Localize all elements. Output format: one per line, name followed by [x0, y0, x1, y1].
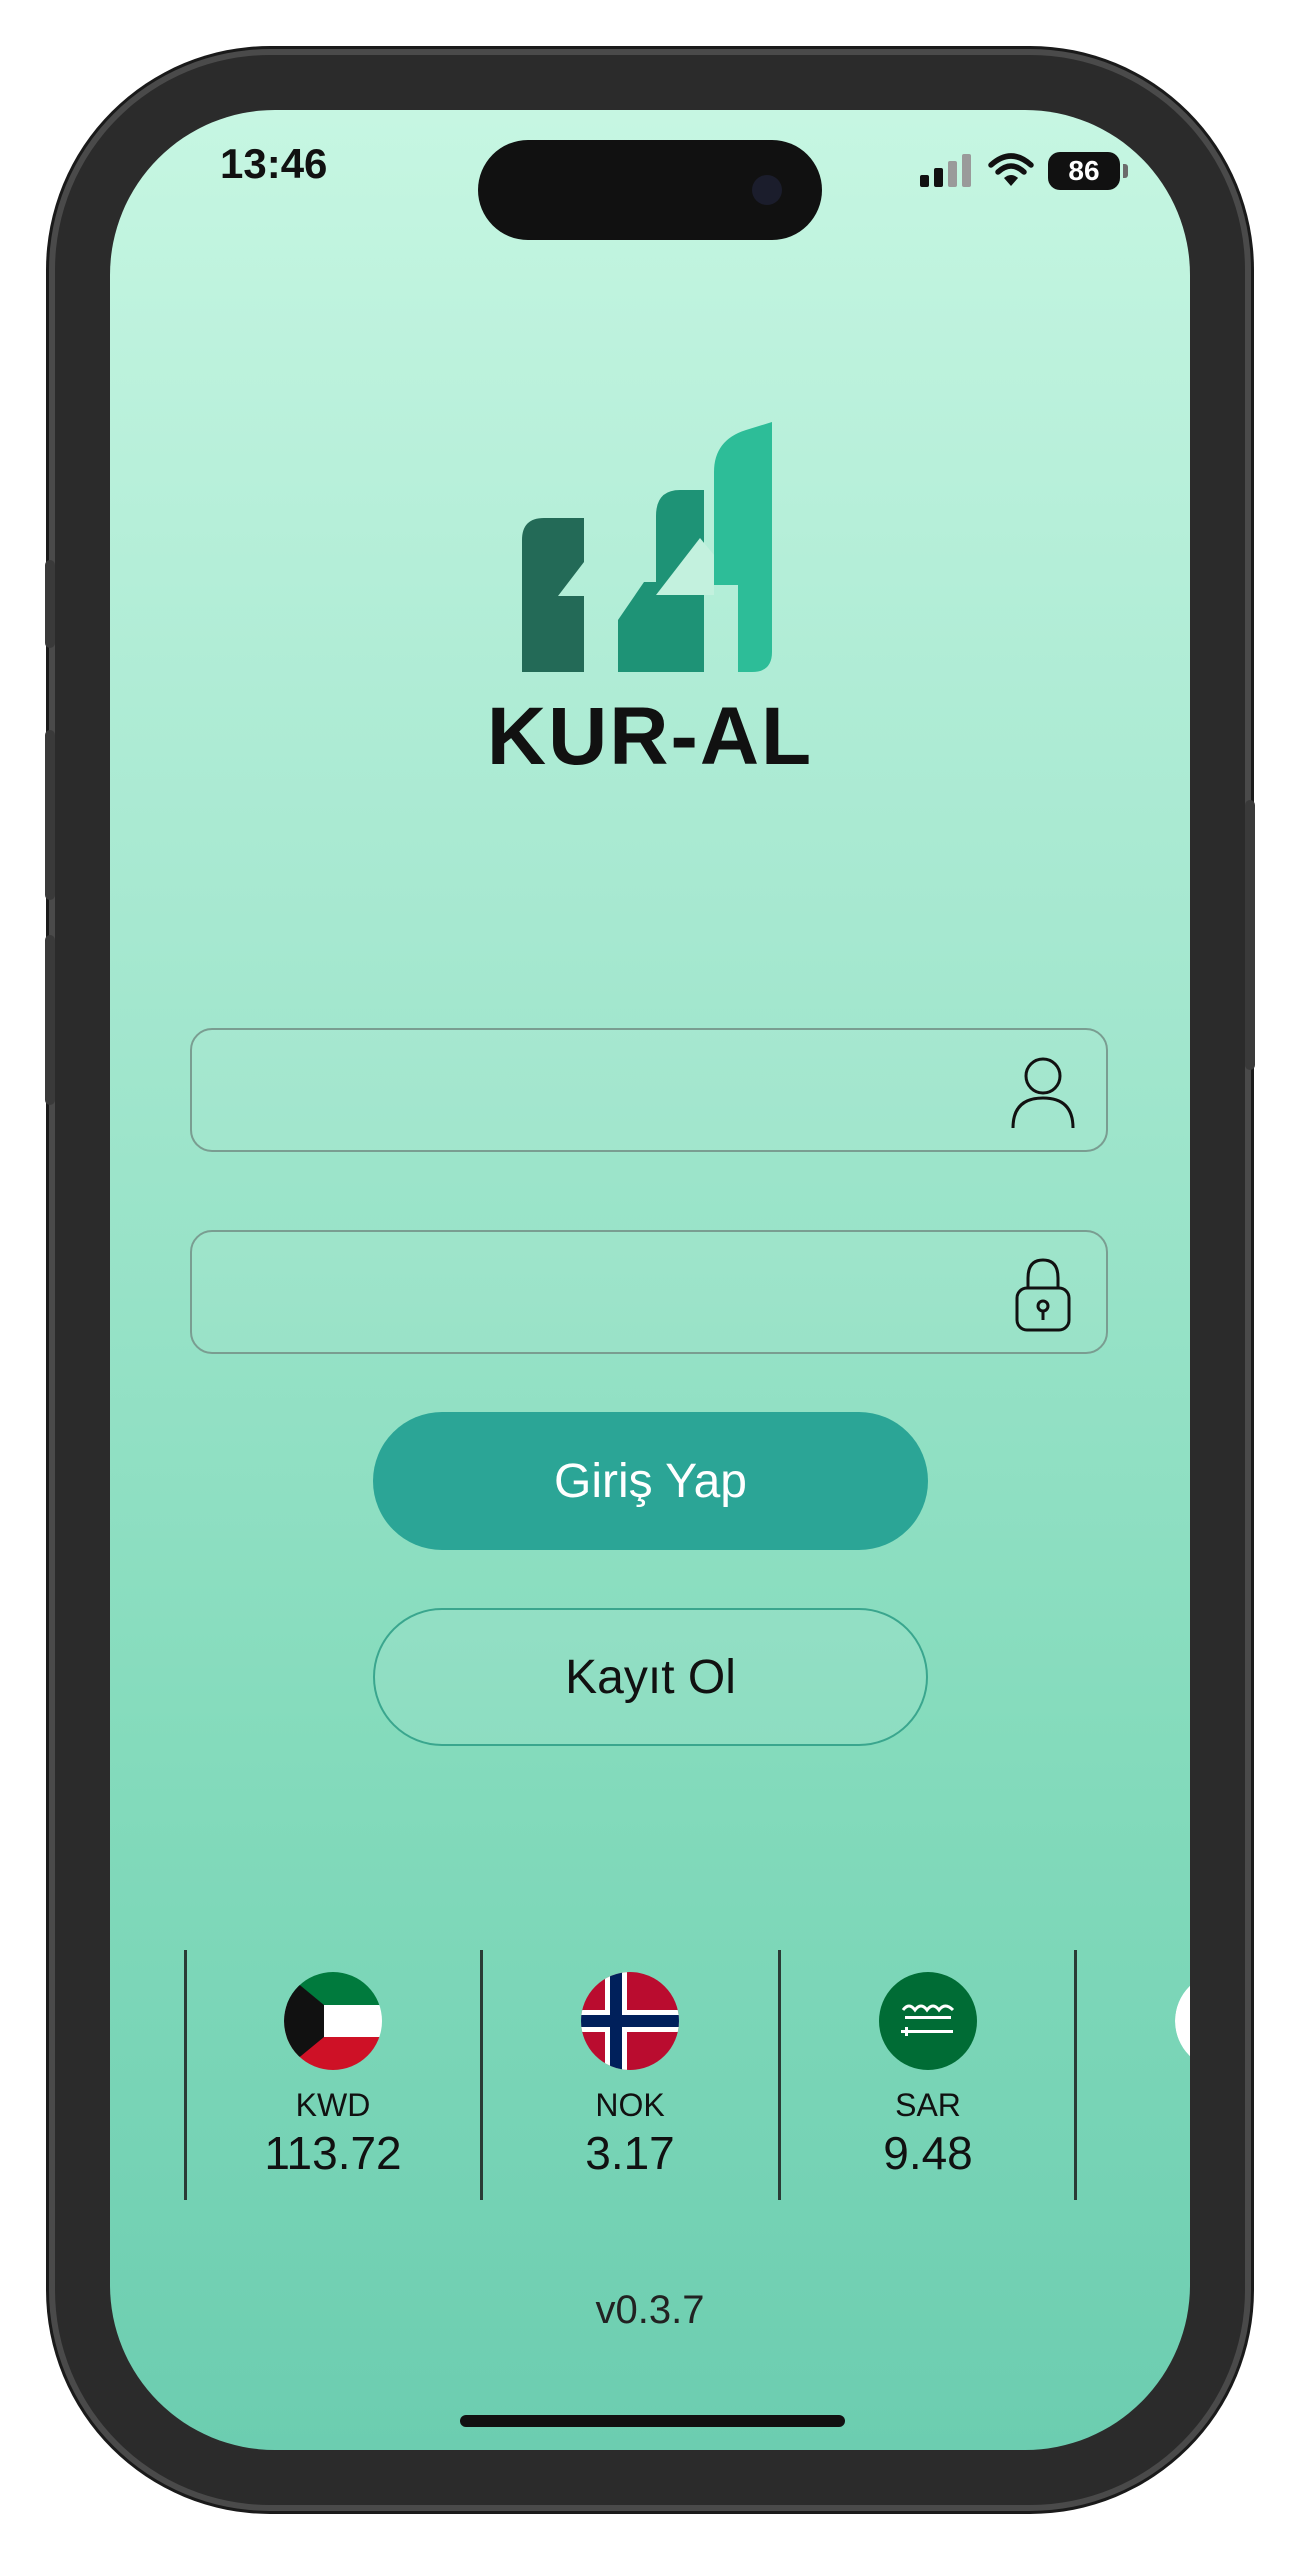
saudi-flag-icon [879, 1972, 977, 2070]
action-button [45, 560, 55, 648]
signal-icon [920, 154, 971, 187]
username-field[interactable] [190, 1028, 1108, 1152]
power-button [1245, 800, 1255, 1070]
register-button[interactable]: Kayıt Ol [373, 1608, 928, 1746]
currency-code: SAR [895, 2087, 961, 2123]
ticker-item-sar: SAR 9.48 [780, 1972, 1076, 2180]
login-button[interactable]: Giriş Yap [373, 1412, 928, 1550]
currency-ticker[interactable]: KWD 113.72 NOK 3.17 SAR 9.48 [110, 1950, 1190, 2200]
status-time: 13:46 [220, 140, 328, 187]
status-icons: 86 [918, 152, 1128, 190]
home-indicator[interactable] [460, 2415, 845, 2427]
currency-rate: 2 [1076, 2087, 1190, 2141]
currency-rate: 9.48 [883, 2127, 973, 2179]
username-input[interactable] [222, 1030, 1002, 1150]
user-icon [1011, 1057, 1075, 1129]
battery-indicator: 86 [1048, 152, 1128, 190]
currency-rate: 113.72 [264, 2127, 402, 2179]
wifi-icon [988, 153, 1034, 186]
norway-flag-icon [581, 1972, 679, 2070]
password-field[interactable] [190, 1230, 1108, 1354]
volume-down-button [45, 935, 55, 1105]
app-screen: 13:46 86 KUR-AL Giriş Yap Kayıt Ol KWD 1… [110, 110, 1190, 2450]
ticker-item-kwd: KWD 113.72 [185, 1972, 481, 2180]
ticker-item-nok: NOK 3.17 [482, 1972, 778, 2180]
currency-rate: 3.17 [585, 2127, 675, 2179]
flag-icon [1175, 1985, 1190, 2057]
currency-code: NOK [595, 2087, 665, 2123]
password-input[interactable] [222, 1232, 1002, 1352]
currency-code: KWD [295, 2087, 371, 2123]
kuwait-flag-icon [284, 1972, 382, 2070]
lock-icon [1015, 1258, 1071, 1332]
dynamic-island [478, 140, 822, 240]
app-version: v0.3.7 [595, 2288, 705, 2332]
brand-name: KUR-AL [486, 691, 814, 782]
volume-up-button [45, 730, 55, 900]
ticker-item-partial: 2 [1076, 1972, 1190, 2141]
